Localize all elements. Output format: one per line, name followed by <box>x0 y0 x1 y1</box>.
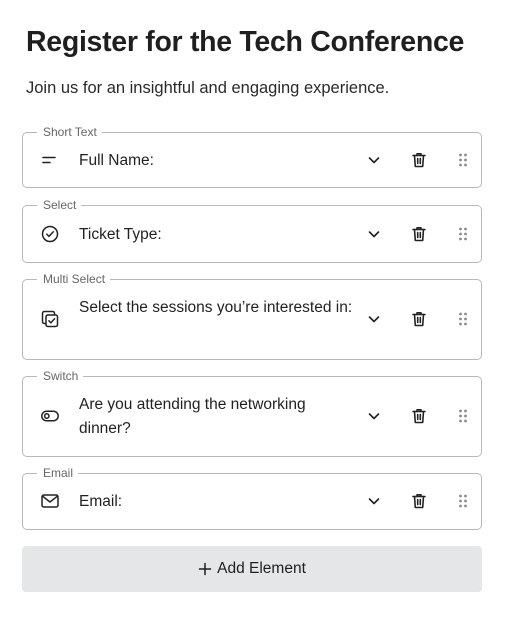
field-label: Are you attending the networking dinner? <box>79 396 306 437</box>
chevron-down-icon[interactable] <box>364 406 384 426</box>
drag-handle-icon[interactable] <box>453 150 473 170</box>
multi-select-icon <box>40 309 60 329</box>
form-field-sessions[interactable]: Multi Select Select the sessions you’re … <box>22 272 482 360</box>
field-type-label: Switch <box>37 369 84 383</box>
trash-icon[interactable] <box>409 406 429 426</box>
form-field-email[interactable]: Email Email: <box>22 466 482 530</box>
chevron-down-icon[interactable] <box>364 150 384 170</box>
page-title: Register for the Tech Conference <box>26 26 465 58</box>
add-element-button[interactable]: Add Element <box>22 546 482 592</box>
trash-icon[interactable] <box>409 224 429 244</box>
short-text-icon <box>40 150 60 170</box>
trash-icon[interactable] <box>409 150 429 170</box>
page-subtitle: Join us for an insightful and engaging e… <box>26 79 390 97</box>
trash-icon[interactable] <box>409 491 429 511</box>
form-field-ticket-type[interactable]: Select Ticket Type: <box>22 198 482 263</box>
trash-icon[interactable] <box>409 309 429 329</box>
chevron-down-icon[interactable] <box>364 224 384 244</box>
circle-check-icon <box>40 224 60 244</box>
drag-handle-icon[interactable] <box>453 406 473 426</box>
field-label: Email: <box>79 493 123 510</box>
field-type-label: Select <box>37 198 82 212</box>
field-label: Full Name: <box>79 152 154 169</box>
field-type-label: Email <box>37 466 79 480</box>
envelope-icon <box>40 491 60 511</box>
drag-handle-icon[interactable] <box>453 491 473 511</box>
toggle-icon <box>40 406 60 426</box>
drag-handle-icon[interactable] <box>453 224 473 244</box>
chevron-down-icon[interactable] <box>364 309 384 329</box>
field-label: Select the sessions you’re interested in… <box>79 299 353 316</box>
field-type-label: Multi Select <box>37 272 111 286</box>
form-field-networking-dinner[interactable]: Switch Are you attending the networking … <box>22 369 482 457</box>
field-label: Ticket Type: <box>79 226 162 243</box>
form-field-full-name[interactable]: Short Text Full Name: <box>22 125 482 188</box>
chevron-down-icon[interactable] <box>364 491 384 511</box>
field-type-label: Short Text <box>37 125 102 139</box>
drag-handle-icon[interactable] <box>453 309 473 329</box>
add-element-label: Add Element <box>217 560 306 577</box>
plus-icon <box>198 562 212 576</box>
